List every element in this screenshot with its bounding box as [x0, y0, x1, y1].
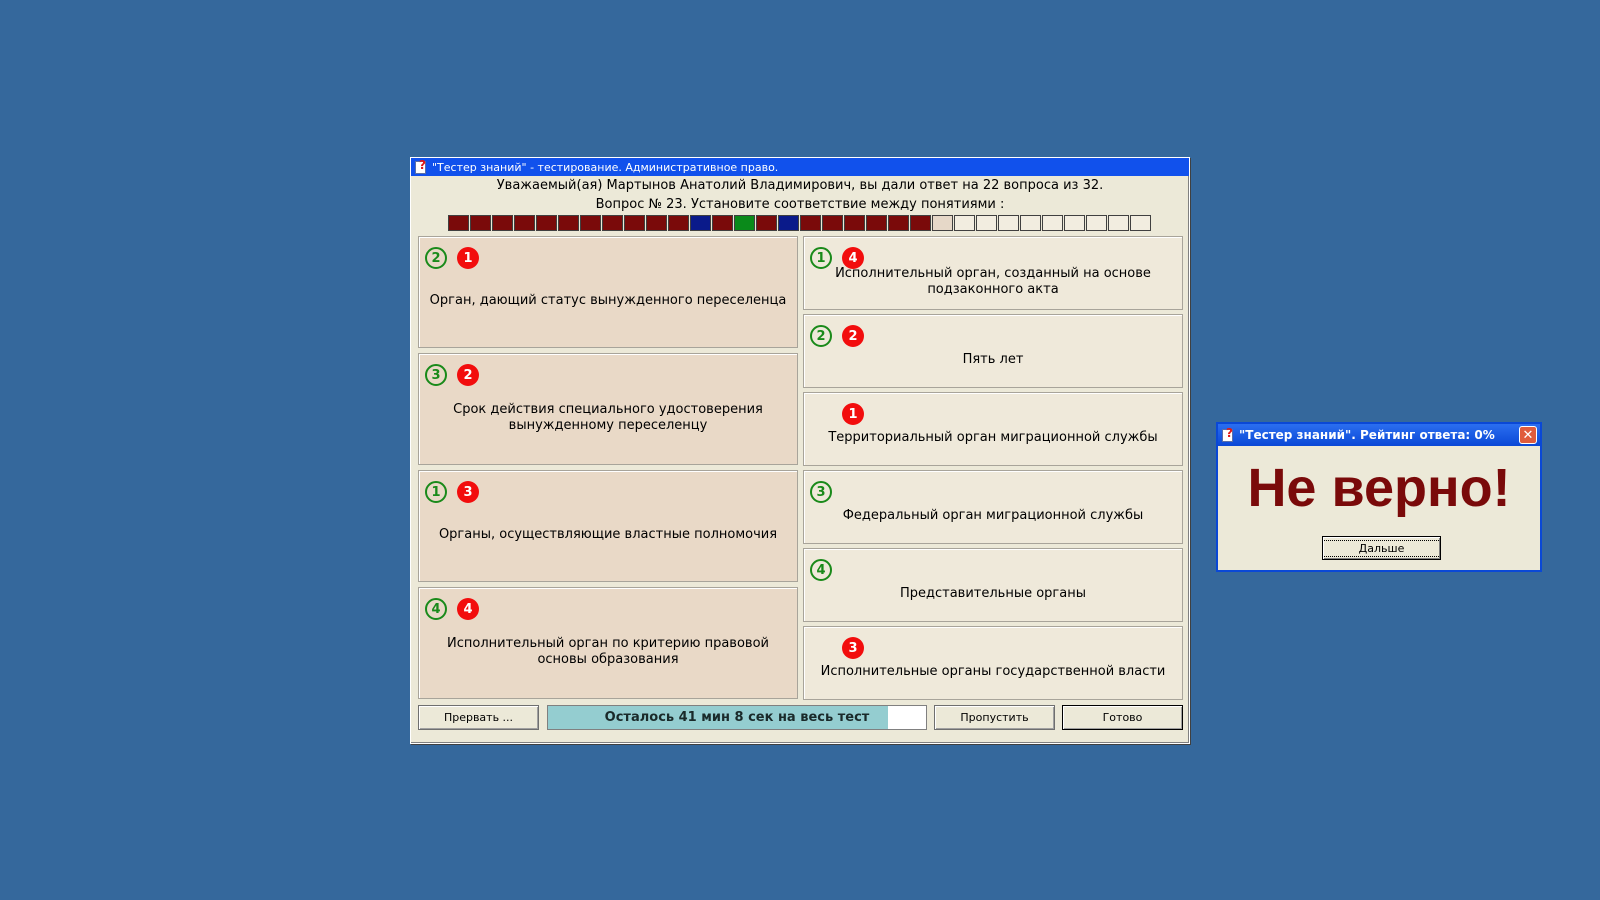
left-item-text: Органы, осуществляющие властные полномоч…: [438, 527, 778, 542]
chosen-number-badge: 3: [457, 481, 479, 503]
progress-cell: [866, 215, 887, 231]
right-item-6[interactable]: Исполнительные органы государственной вл…: [803, 626, 1183, 700]
progress-cell: [602, 215, 623, 231]
progress-cell: [558, 215, 579, 231]
next-button-label: Дальше: [1321, 539, 1442, 557]
abort-button[interactable]: Прервать ...: [418, 705, 539, 730]
chosen-number-badge: 1: [457, 247, 479, 269]
correct-number-badge: 3: [810, 481, 832, 503]
question-progress-bar: [411, 215, 1189, 231]
window-title: "Тестер знаний" - тестирование. Админист…: [432, 160, 779, 174]
main-window: ? "Тестер знаний" - тестирование. Админи…: [410, 157, 1190, 744]
correct-number-badge: 3: [425, 364, 447, 386]
left-item-text: Срок действия специального удостоверения…: [453, 402, 763, 433]
progress-cell: [954, 215, 975, 231]
left-item-2[interactable]: Срок действия специального удостоверения…: [418, 353, 798, 465]
progress-cell: [580, 215, 601, 231]
correct-number-badge: 4: [425, 598, 447, 620]
time-remaining-indicator: Осталось 41 мин 8 сек на весь тест: [547, 705, 927, 730]
progress-cell: [536, 215, 557, 231]
correct-number-badge: 1: [425, 481, 447, 503]
verdict-text: Не верно!: [1247, 458, 1511, 518]
left-item-3[interactable]: Органы, осуществляющие властные полномоч…: [418, 470, 798, 582]
progress-cell: [822, 215, 843, 231]
chosen-number-badge: 1: [842, 403, 864, 425]
dialog-title-bar[interactable]: ? "Тестер знаний". Рейтинг ответа: 0% ✕: [1218, 424, 1540, 446]
right-item-text: Пять лет: [962, 352, 1024, 367]
progress-cell: [1108, 215, 1129, 231]
progress-cell: [470, 215, 491, 231]
progress-cell: [1086, 215, 1107, 231]
progress-cell: [976, 215, 997, 231]
chosen-number-badge: 4: [842, 247, 864, 269]
left-item-1[interactable]: Орган, дающий статус вынужденного пересе…: [418, 236, 798, 348]
right-item-text: Исполнительные органы государственной вл…: [820, 664, 1166, 679]
progress-cell: [690, 215, 711, 231]
progress-cell: [668, 215, 689, 231]
progress-cell: [734, 215, 755, 231]
left-item-4[interactable]: Исполнительный орган по критерию правово…: [418, 587, 798, 699]
progress-cell: [888, 215, 909, 231]
left-item-text: Исполнительный орган по критерию правово…: [447, 636, 769, 667]
progress-cell: [800, 215, 821, 231]
chosen-number-badge: 2: [842, 325, 864, 347]
dialog-app-icon: ?: [1221, 426, 1235, 442]
progress-cell: [844, 215, 865, 231]
right-item-text: Представительные органы: [899, 586, 1086, 601]
close-icon[interactable]: ✕: [1519, 426, 1537, 444]
progress-cell: [932, 215, 953, 231]
right-item-text: Исполнительный орган, созданный на основ…: [835, 266, 1151, 297]
progress-cell: [448, 215, 469, 231]
progress-cell: [998, 215, 1019, 231]
correct-number-badge: 2: [810, 325, 832, 347]
time-remaining-text: Осталось 41 мин 8 сек на весь тест: [604, 710, 870, 725]
correct-number-badge: 2: [425, 247, 447, 269]
chosen-number-badge: 3: [842, 637, 864, 659]
progress-cell: [712, 215, 733, 231]
progress-cell: [646, 215, 667, 231]
done-button[interactable]: Готово: [1062, 705, 1183, 730]
progress-cell: [778, 215, 799, 231]
right-item-1[interactable]: Исполнительный орган, созданный на основ…: [803, 236, 1183, 310]
progress-cell: [1042, 215, 1063, 231]
matching-area: Орган, дающий статус вынужденного пересе…: [418, 236, 1183, 700]
chosen-number-badge: 4: [457, 598, 479, 620]
skip-button[interactable]: Пропустить: [934, 705, 1055, 730]
chosen-number-badge: 2: [457, 364, 479, 386]
progress-cell: [1130, 215, 1151, 231]
bottom-toolbar: Прервать ... Осталось 41 мин 8 сек на ве…: [418, 705, 1183, 731]
main-title-bar[interactable]: ? "Тестер знаний" - тестирование. Админи…: [411, 158, 1189, 176]
progress-cell: [1020, 215, 1041, 231]
progress-cell: [492, 215, 513, 231]
progress-cell: [1064, 215, 1085, 231]
dialog-title: "Тестер знаний". Рейтинг ответа: 0%: [1239, 428, 1495, 442]
right-item-3[interactable]: Территориальный орган миграционной служб…: [803, 392, 1183, 466]
progress-cell: [624, 215, 645, 231]
next-button[interactable]: Дальше: [1321, 536, 1442, 560]
greeting-text: Уважаемый(ая) Мартынов Анатолий Владимир…: [496, 178, 1104, 193]
correct-number-badge: 1: [810, 247, 832, 269]
question-text: Вопрос № 23. Установите соответствие меж…: [595, 197, 1005, 212]
right-item-5[interactable]: Представительные органы 4: [803, 548, 1183, 622]
right-item-text: Территориальный орган миграционной служб…: [828, 430, 1158, 445]
correct-number-badge: 4: [810, 559, 832, 581]
right-item-2[interactable]: Пять лет 2 2: [803, 314, 1183, 388]
right-item-text: Федеральный орган миграционной службы: [842, 508, 1144, 523]
progress-cell: [756, 215, 777, 231]
right-item-4[interactable]: Федеральный орган миграционной службы 3: [803, 470, 1183, 544]
left-item-text: Орган, дающий статус вынужденного пересе…: [429, 293, 787, 308]
result-dialog: ? "Тестер знаний". Рейтинг ответа: 0% ✕ …: [1216, 422, 1542, 572]
progress-cell: [514, 215, 535, 231]
app-icon: ?: [414, 158, 428, 174]
progress-cell: [910, 215, 931, 231]
